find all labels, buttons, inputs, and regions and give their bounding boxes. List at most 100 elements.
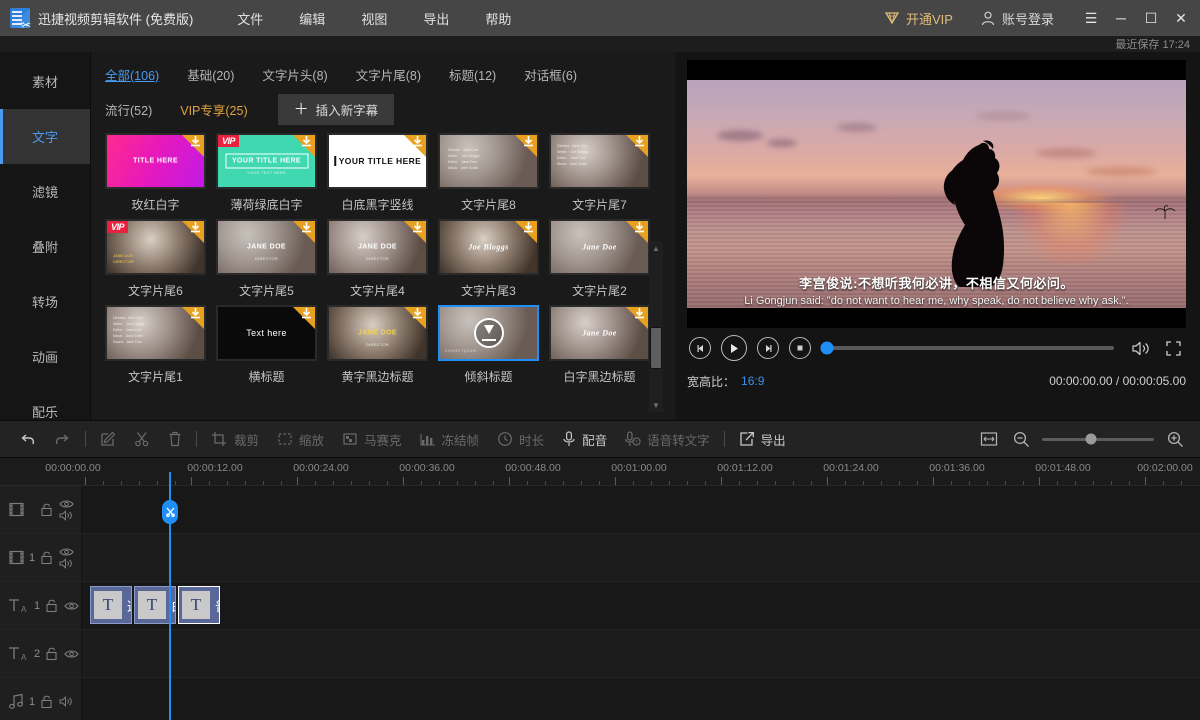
playhead[interactable]	[169, 486, 171, 720]
sidebar-item-text[interactable]: 文字	[0, 109, 90, 164]
category-text-ending[interactable]: 文字片尾(8)	[356, 62, 421, 87]
lock-icon[interactable]	[40, 550, 53, 565]
template-item[interactable]: TITLE HERE 玫红白字	[105, 133, 216, 213]
sidebar-item-overlay[interactable]: 叠附	[0, 219, 90, 274]
speaker-icon[interactable]	[59, 558, 74, 569]
sidebar-item-media[interactable]: 素材	[0, 54, 90, 109]
template-item-selected[interactable]: Lorem Ipsum 倾斜标题	[438, 305, 549, 385]
download-icon[interactable]	[523, 222, 534, 234]
duration-button[interactable]: 时长	[488, 424, 553, 454]
fit-to-window-icon[interactable]	[978, 428, 1000, 450]
track-lane[interactable]	[82, 486, 1200, 533]
template-item[interactable]: JANE DOEDIRECTOR 黄字黑边标题	[327, 305, 438, 385]
split-button[interactable]	[125, 424, 159, 454]
seek-slider[interactable]	[827, 346, 1114, 350]
edit-button[interactable]	[91, 424, 125, 454]
sidebar-item-music[interactable]: 配乐	[0, 384, 90, 439]
download-progress-icon[interactable]	[474, 318, 504, 348]
zoom-slider[interactable]	[1042, 438, 1154, 441]
sidebar-item-animation[interactable]: 动画	[0, 329, 90, 384]
download-icon[interactable]	[190, 136, 201, 148]
template-item[interactable]: JANE DOEDIRECTOR 文字片尾5	[216, 219, 327, 299]
track-lane[interactable]	[82, 630, 1200, 677]
speaker-icon[interactable]	[59, 510, 74, 521]
playhead-ruler-marker[interactable]	[169, 472, 171, 486]
lock-icon[interactable]	[40, 502, 53, 517]
template-item[interactable]: Jane Doe 白字黑边标题	[549, 305, 660, 385]
download-icon[interactable]	[190, 308, 201, 320]
track-header-text-2[interactable]: A 2	[0, 630, 82, 677]
lock-icon[interactable]	[40, 694, 53, 709]
download-icon[interactable]	[523, 136, 534, 148]
text-clip-selected[interactable]: T 普	[178, 586, 220, 624]
scroll-up-icon[interactable]: ▲	[649, 241, 663, 255]
insert-new-subtitle-button[interactable]: ＋ 插入新字幕	[278, 94, 395, 125]
export-button[interactable]: 导出	[730, 424, 795, 454]
minimize-icon[interactable]: ─	[1106, 1, 1136, 35]
library-scrollbar[interactable]: ▲ ▼	[649, 241, 663, 412]
hamburger-menu-icon[interactable]: ☰	[1076, 1, 1106, 35]
download-icon[interactable]	[301, 308, 312, 320]
menu-help[interactable]: 帮助	[467, 3, 529, 34]
template-item[interactable]: YOUR TITLE HEREYOUR TEXT HERE VIP 薄荷绿底白字	[216, 133, 327, 213]
next-frame-button[interactable]	[757, 337, 779, 359]
template-item[interactable]: Director Jane DoeWriter Joe BloggsEditor…	[105, 305, 216, 385]
template-item[interactable]: Jane Doe 文字片尾2	[549, 219, 660, 299]
menu-view[interactable]: 视图	[343, 3, 405, 34]
open-vip-button[interactable]: 开通VIP	[870, 9, 967, 28]
aspect-ratio-value[interactable]: 16:9	[741, 374, 764, 388]
speech-to-text-button[interactable]: T 语音转文字	[616, 424, 719, 454]
zoom-slider-knob[interactable]	[1086, 434, 1097, 445]
track-header-video[interactable]	[0, 486, 82, 533]
track-lane[interactable]	[82, 678, 1200, 720]
category-all[interactable]: 全部(106)	[105, 62, 159, 87]
eye-icon[interactable]	[59, 499, 74, 509]
template-item[interactable]: JANE DOEDIRECTOR VIP 文字片尾6	[105, 219, 216, 299]
scrollbar-thumb[interactable]	[650, 327, 662, 369]
template-item[interactable]: Joe Bloggs 文字片尾3	[438, 219, 549, 299]
template-item[interactable]: Director Jane DoeWriter Joe BloggsEditor…	[549, 133, 660, 213]
volume-icon[interactable]	[1130, 337, 1152, 359]
template-item[interactable]: JANE DOEDIRECTOR 文字片尾4	[327, 219, 438, 299]
scale-button[interactable]: 缩放	[268, 424, 333, 454]
download-icon[interactable]	[634, 308, 645, 320]
scroll-down-icon[interactable]: ▼	[649, 398, 663, 412]
eye-icon[interactable]	[59, 547, 74, 557]
sidebar-item-filter[interactable]: 滤镜	[0, 164, 90, 219]
lock-icon[interactable]	[45, 646, 58, 661]
download-icon[interactable]	[634, 222, 645, 234]
download-icon[interactable]	[634, 136, 645, 148]
prev-frame-button[interactable]	[689, 337, 711, 359]
download-icon[interactable]	[412, 308, 423, 320]
track-lane[interactable]	[82, 534, 1200, 581]
category-popular[interactable]: 流行(52)	[105, 97, 152, 122]
track-header-text-1[interactable]: A 1	[0, 582, 82, 629]
template-item[interactable]: Director Jane DoeWriter Joe BloggsEditor…	[438, 133, 549, 213]
category-text-opening[interactable]: 文字片头(8)	[262, 62, 327, 87]
account-login-button[interactable]: 账号登录	[967, 9, 1068, 28]
template-item[interactable]: YOUR TITLE HERE 白底黑字竖线	[327, 133, 438, 213]
template-item[interactable]: Text here 横标题	[216, 305, 327, 385]
maximize-icon[interactable]: ☐	[1136, 1, 1166, 35]
lock-icon[interactable]	[45, 598, 58, 613]
download-icon[interactable]	[412, 136, 423, 148]
video-preview-screen[interactable]: 李宫俊说:不想听我何必讲，不相信又何必问。 Li Gongjun said: "…	[687, 60, 1186, 328]
download-icon[interactable]	[301, 222, 312, 234]
timeline-ruler[interactable]: 00:00:00.00 00:00:12.00 00:00:24.00 00:0…	[0, 458, 1200, 486]
crop-button[interactable]: 裁剪	[202, 424, 268, 454]
mosaic-button[interactable]: 马赛克	[333, 424, 411, 454]
zoom-in-icon[interactable]	[1164, 428, 1186, 450]
eye-icon[interactable]	[64, 649, 79, 659]
menu-file[interactable]: 文件	[219, 3, 281, 34]
close-icon[interactable]: ✕	[1166, 1, 1196, 35]
sidebar-item-transition[interactable]: 转场	[0, 274, 90, 329]
menu-edit[interactable]: 编辑	[281, 3, 343, 34]
delete-button[interactable]	[159, 424, 191, 454]
dubbing-button[interactable]: 配音	[553, 424, 616, 454]
download-icon[interactable]	[190, 222, 201, 234]
track-header-audio-1[interactable]: 1	[0, 678, 82, 720]
seek-knob[interactable]	[821, 342, 834, 355]
eye-icon[interactable]	[64, 601, 79, 611]
category-vip-exclusive[interactable]: VIP专享(25)	[180, 97, 247, 122]
track-header-video-1[interactable]: 1	[0, 534, 82, 581]
